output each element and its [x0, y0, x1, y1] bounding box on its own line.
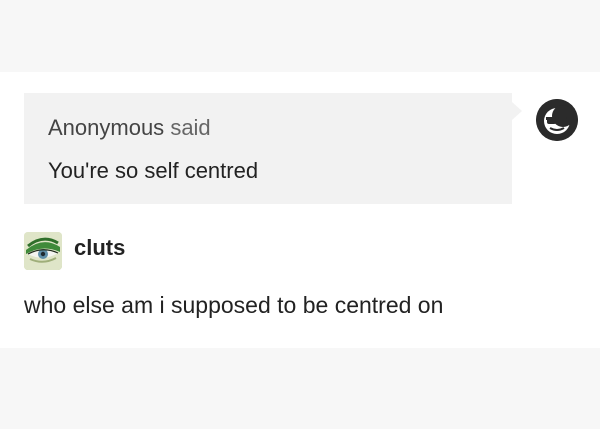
username[interactable]: cluts	[74, 235, 125, 261]
asker-name[interactable]: Anonymous	[48, 115, 164, 140]
user-avatar[interactable]	[24, 232, 62, 270]
sunglasses-face-icon[interactable]	[536, 99, 578, 141]
ask-question: You're so self centred	[48, 158, 259, 183]
green-eye-makeup-avatar	[24, 232, 62, 270]
ask-header: Anonymous said	[48, 115, 211, 141]
reply-text: who else am i supposed to be centred on	[24, 292, 444, 318]
ask-bubble-tail	[512, 102, 522, 120]
post-card: Anonymous said You're so self centred cl…	[0, 72, 600, 348]
ask-box: Anonymous said You're so self centred	[24, 93, 512, 204]
said-label: said	[170, 115, 211, 140]
